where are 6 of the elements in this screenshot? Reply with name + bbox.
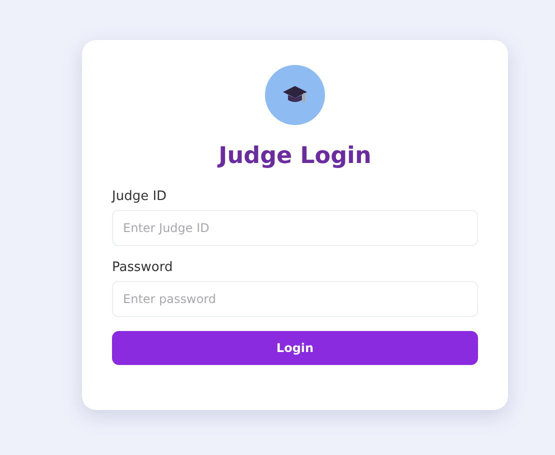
login-button[interactable]: Login [112,331,478,365]
field-label: Judge ID [112,189,167,204]
login-title: Judge Login [218,143,372,169]
field-label: Password [112,260,173,275]
input-field[interactable]: Enter password [112,281,478,317]
input-field[interactable]: Enter Judge ID [112,210,478,246]
